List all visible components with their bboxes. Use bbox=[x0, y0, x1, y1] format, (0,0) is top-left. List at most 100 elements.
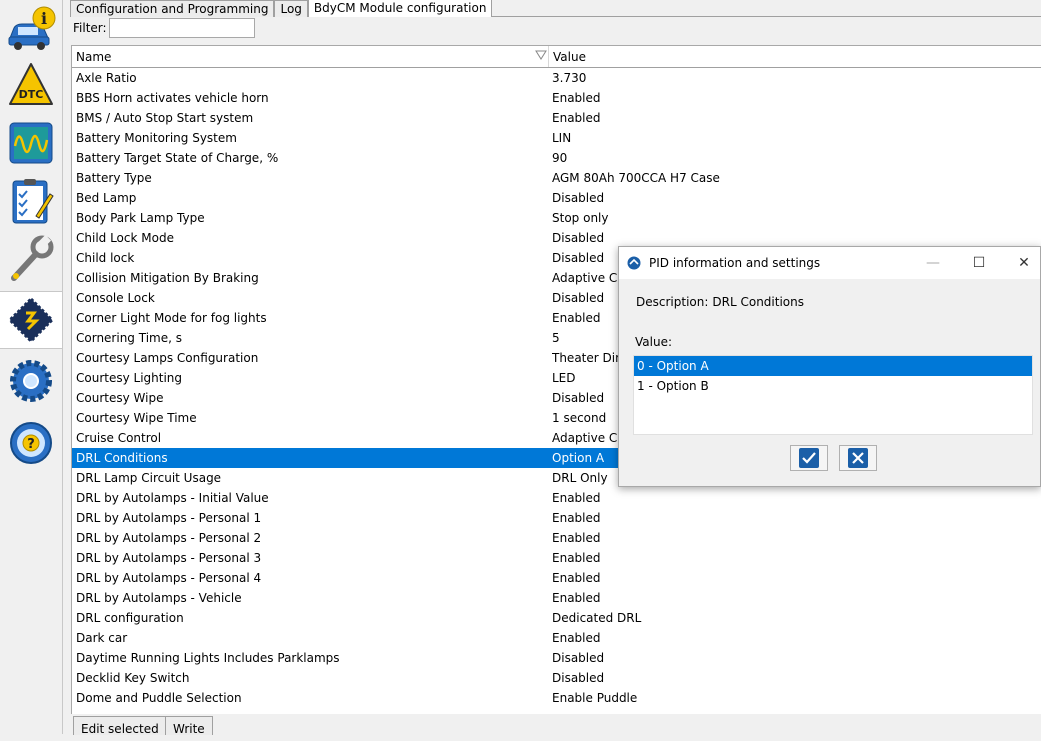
row-value: Disabled bbox=[552, 231, 605, 245]
vehicle-info-icon[interactable]: i bbox=[0, 0, 62, 58]
tab-configuration-programming[interactable]: Configuration and Programming bbox=[70, 0, 275, 17]
description-value: DRL Conditions bbox=[712, 295, 804, 309]
table-row[interactable]: BMS / Auto Stop Start system Enabled bbox=[72, 108, 1041, 128]
module-toolbar: i DTC ? bbox=[0, 0, 63, 734]
close-button[interactable]: ✕ bbox=[1001, 247, 1041, 279]
row-name: DRL configuration bbox=[76, 611, 184, 625]
row-value: Dedicated DRL bbox=[552, 611, 642, 625]
row-name: Child Lock Mode bbox=[76, 231, 174, 245]
option-b[interactable]: 1 - Option B bbox=[634, 376, 1032, 396]
value-options-list[interactable]: 0 - Option A 1 - Option B bbox=[633, 355, 1033, 435]
table-row[interactable]: Body Park Lamp Type Stop only bbox=[72, 208, 1041, 228]
table-row[interactable]: Battery Target State of Charge, % 90 bbox=[72, 148, 1041, 168]
row-value: LIN bbox=[552, 131, 572, 145]
table-row[interactable]: DRL by Autolamps - Vehicle Enabled bbox=[72, 588, 1041, 608]
row-value: Enable Puddle bbox=[552, 691, 638, 705]
row-value: Enabled bbox=[552, 491, 601, 505]
row-name: Battery Monitoring System bbox=[76, 131, 237, 145]
column-header-value[interactable]: Value bbox=[549, 46, 1041, 67]
row-value: Enabled bbox=[552, 511, 601, 525]
write-button[interactable]: Write bbox=[165, 716, 213, 736]
table-row[interactable]: Dark car Enabled bbox=[72, 628, 1041, 648]
checklist-icon[interactable] bbox=[0, 172, 62, 230]
table-row[interactable]: BBS Horn activates vehicle horn Enabled bbox=[72, 88, 1041, 108]
row-name: BMS / Auto Stop Start system bbox=[76, 111, 254, 125]
maximize-button[interactable]: ☐ bbox=[956, 247, 1002, 279]
row-name: BBS Horn activates vehicle horn bbox=[76, 91, 269, 105]
dtc-icon[interactable]: DTC bbox=[0, 56, 62, 114]
confirm-button[interactable] bbox=[790, 445, 828, 471]
row-value: Enabled bbox=[552, 591, 601, 605]
row-name: Battery Type bbox=[76, 171, 152, 185]
row-value: Enabled bbox=[552, 531, 601, 545]
help-wheel-icon[interactable]: ? bbox=[0, 414, 62, 472]
row-value: 90 bbox=[552, 151, 568, 165]
row-name: Dark car bbox=[76, 631, 128, 645]
table-row[interactable]: Battery Monitoring System LIN bbox=[72, 128, 1041, 148]
row-value: Enabled bbox=[552, 91, 601, 105]
cancel-x-icon bbox=[848, 448, 868, 468]
close-icon: ✕ bbox=[1018, 255, 1030, 271]
row-value: Disabled bbox=[552, 651, 605, 665]
pid-settings-dialog: PID information and settings — ☐ ✕ Descr… bbox=[618, 246, 1041, 487]
wrench-icon[interactable] bbox=[0, 230, 62, 288]
table-row[interactable]: Child Lock Mode Disabled bbox=[72, 228, 1041, 248]
row-name: DRL by Autolamps - Initial Value bbox=[76, 491, 269, 505]
checkmark-icon bbox=[799, 448, 819, 468]
table-row[interactable]: Daytime Running Lights Includes Parklamp… bbox=[72, 648, 1041, 668]
row-value: Enabled bbox=[552, 571, 601, 585]
tab-log[interactable]: Log bbox=[274, 0, 308, 17]
table-row[interactable]: Bed Lamp Disabled bbox=[72, 188, 1041, 208]
maximize-icon: ☐ bbox=[972, 255, 986, 271]
table-row[interactable]: Dome and Puddle Selection Enable Puddle bbox=[72, 688, 1041, 708]
module-config-icon[interactable] bbox=[0, 291, 62, 349]
row-name: DRL by Autolamps - Personal 3 bbox=[76, 551, 262, 565]
column-value-label: Value bbox=[553, 50, 586, 64]
row-value: 3.730 bbox=[552, 71, 587, 85]
row-name: Collision Mitigation By Braking bbox=[76, 271, 259, 285]
table-row[interactable]: DRL by Autolamps - Personal 1 Enabled bbox=[72, 508, 1041, 528]
row-name: Corner Light Mode for fog lights bbox=[76, 311, 267, 325]
cancel-button[interactable] bbox=[839, 445, 877, 471]
table-row[interactable]: Decklid Key Switch Disabled bbox=[72, 668, 1041, 688]
minimize-icon: — bbox=[926, 255, 940, 271]
column-name-label: Name bbox=[76, 50, 112, 64]
oscilloscope-icon[interactable] bbox=[0, 114, 62, 172]
row-name: Courtesy Wipe bbox=[76, 391, 164, 405]
value-label: Value: bbox=[635, 335, 672, 349]
row-name: DRL by Autolamps - Personal 1 bbox=[76, 511, 262, 525]
row-value: Enabled bbox=[552, 551, 601, 565]
row-name: Dome and Puddle Selection bbox=[76, 691, 242, 705]
row-value: AGM 80Ah 700CCA H7 Case bbox=[552, 171, 720, 185]
app-logo-icon bbox=[627, 256, 641, 270]
column-header-name[interactable]: Name bbox=[72, 46, 549, 67]
row-name: Daytime Running Lights Includes Parklamp… bbox=[76, 651, 340, 665]
row-name: DRL Lamp Circuit Usage bbox=[76, 471, 222, 485]
table-row[interactable]: DRL by Autolamps - Personal 4 Enabled bbox=[72, 568, 1041, 588]
row-name: Courtesy Wipe Time bbox=[76, 411, 197, 425]
row-value: Enabled bbox=[552, 631, 601, 645]
option-a[interactable]: 0 - Option A bbox=[634, 356, 1032, 376]
table-row[interactable]: Battery Type AGM 80Ah 700CCA H7 Case bbox=[72, 168, 1041, 188]
table-row[interactable]: DRL by Autolamps - Personal 3 Enabled bbox=[72, 548, 1041, 568]
dialog-titlebar[interactable]: PID information and settings — ☐ ✕ bbox=[619, 247, 1040, 279]
minimize-button[interactable]: — bbox=[910, 247, 956, 279]
row-value: Stop only bbox=[552, 211, 609, 225]
tab-bdycm-module-configuration[interactable]: BdyCM Module configuration bbox=[307, 0, 493, 17]
row-name: Battery Target State of Charge, % bbox=[76, 151, 279, 165]
row-name: Decklid Key Switch bbox=[76, 671, 190, 685]
edit-selected-button[interactable]: Edit selected bbox=[73, 716, 167, 736]
row-name: Axle Ratio bbox=[76, 71, 137, 85]
table-row[interactable]: DRL configuration Dedicated DRL bbox=[72, 608, 1041, 628]
dialog-title: PID information and settings bbox=[649, 256, 821, 270]
filter-input[interactable] bbox=[109, 18, 255, 38]
row-value: Disabled bbox=[552, 191, 605, 205]
row-name: Child lock bbox=[76, 251, 135, 265]
row-name: DRL by Autolamps - Personal 2 bbox=[76, 531, 262, 545]
table-row[interactable]: Axle Ratio 3.730 bbox=[72, 68, 1041, 88]
table-row[interactable]: DRL by Autolamps - Personal 2 Enabled bbox=[72, 528, 1041, 548]
row-name: Bed Lamp bbox=[76, 191, 137, 205]
table-row[interactable]: DRL by Autolamps - Initial Value Enabled bbox=[72, 488, 1041, 508]
settings-gear-icon[interactable] bbox=[0, 352, 62, 410]
row-name: Cornering Time, s bbox=[76, 331, 182, 345]
